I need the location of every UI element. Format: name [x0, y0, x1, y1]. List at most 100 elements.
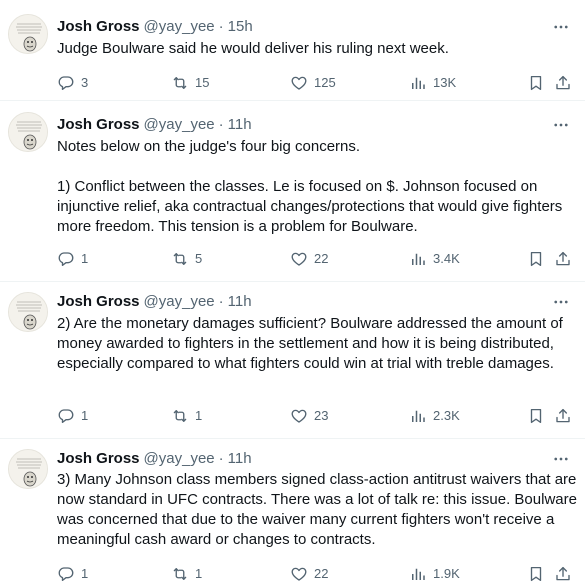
bookmark-button[interactable]	[527, 73, 545, 93]
tweet-header: Josh Gross @yay_yee · 15h	[57, 17, 253, 37]
reply-icon	[57, 407, 75, 425]
repost-count: 1	[195, 408, 203, 423]
tweet-divider	[0, 281, 585, 282]
repost-button[interactable]: 5	[171, 249, 202, 269]
repost-icon	[171, 407, 189, 425]
reply-count: 1	[81, 251, 89, 266]
views-count: 13K	[433, 75, 457, 90]
like-button[interactable]: 125	[290, 73, 336, 93]
share-button[interactable]	[554, 406, 572, 426]
share-button[interactable]	[554, 249, 572, 269]
more-icon[interactable]	[551, 17, 571, 37]
author-handle[interactable]: @yay_yee	[144, 18, 215, 35]
share-icon	[554, 407, 572, 425]
repost-count: 15	[195, 75, 210, 90]
reply-button[interactable]: 1	[57, 406, 88, 426]
views-count: 2.3K	[433, 408, 460, 423]
like-button[interactable]: 22	[290, 249, 328, 269]
share-button[interactable]	[554, 564, 572, 584]
author-name[interactable]: Josh Gross	[57, 116, 140, 133]
bookmark-icon	[527, 565, 545, 583]
views-button[interactable]: 2.3K	[409, 406, 460, 426]
separator-dot: ·	[218, 18, 224, 35]
author-name[interactable]: Josh Gross	[57, 293, 140, 310]
avatar-icon[interactable]	[8, 449, 48, 489]
timestamp[interactable]: 11h	[228, 116, 252, 133]
author-handle[interactable]: @yay_yee	[144, 293, 215, 310]
views-icon	[409, 250, 427, 268]
bookmark-icon	[527, 74, 545, 92]
tweet-text: Notes below on the judge's four big conc…	[57, 138, 563, 235]
tweet-header: Josh Gross @yay_yee · 11h	[57, 292, 252, 312]
views-button[interactable]: 13K	[409, 73, 456, 93]
timestamp[interactable]: 15h	[228, 18, 253, 35]
bookmark-button[interactable]	[527, 564, 545, 584]
views-icon	[409, 74, 427, 92]
separator-dot: ·	[218, 116, 224, 133]
tweet-divider	[0, 100, 585, 101]
avatar-icon[interactable]	[8, 14, 48, 54]
repost-button[interactable]: 1	[171, 564, 202, 584]
views-icon	[409, 407, 427, 425]
author-handle[interactable]: @yay_yee	[144, 450, 215, 467]
timestamp[interactable]: 11h	[228, 293, 252, 310]
more-icon[interactable]	[551, 292, 571, 312]
separator-dot: ·	[218, 450, 224, 467]
repost-button[interactable]: 15	[171, 73, 209, 93]
more-icon[interactable]	[551, 449, 571, 469]
more-icon[interactable]	[551, 115, 571, 135]
share-icon	[554, 565, 572, 583]
reply-count: 1	[81, 566, 89, 581]
reply-button[interactable]: 1	[57, 564, 88, 584]
author-name[interactable]: Josh Gross	[57, 450, 140, 467]
repost-button[interactable]: 1	[171, 406, 202, 426]
like-icon	[290, 74, 308, 92]
bookmark-button[interactable]	[527, 406, 545, 426]
reply-button[interactable]: 1	[57, 249, 88, 269]
bookmark-icon	[527, 250, 545, 268]
like-icon	[290, 565, 308, 583]
avatar-icon[interactable]	[8, 292, 48, 332]
tweet-actions: 1 5 22 3.4K	[57, 249, 577, 269]
share-button[interactable]	[554, 73, 572, 93]
author-name[interactable]: Josh Gross	[57, 18, 140, 35]
author-handle[interactable]: @yay_yee	[144, 116, 215, 133]
tweet-divider	[0, 438, 585, 439]
bookmark-icon	[527, 407, 545, 425]
reply-count: 3	[81, 75, 89, 90]
tweet-header: Josh Gross @yay_yee · 11h	[57, 115, 252, 135]
repost-icon	[171, 74, 189, 92]
like-count: 22	[314, 251, 329, 266]
reply-icon	[57, 250, 75, 268]
repost-count: 1	[195, 566, 203, 581]
like-button[interactable]: 22	[290, 564, 328, 584]
share-icon	[554, 250, 572, 268]
separator-dot: ·	[218, 293, 224, 310]
repost-icon	[171, 565, 189, 583]
views-button[interactable]: 3.4K	[409, 249, 460, 269]
views-icon	[409, 565, 427, 583]
like-button[interactable]: 23	[290, 406, 328, 426]
timestamp[interactable]: 11h	[228, 450, 252, 467]
tweet-actions: 3 15 125 13K	[57, 73, 577, 93]
reply-button[interactable]: 3	[57, 73, 88, 93]
avatar-icon[interactable]	[8, 112, 48, 152]
like-count: 23	[314, 408, 329, 423]
tweet-actions: 1 1 23 2.3K	[57, 406, 577, 426]
views-count: 3.4K	[433, 251, 460, 266]
share-icon	[554, 74, 572, 92]
tweet-text: Judge Boulware said he would deliver his…	[57, 40, 449, 57]
like-count: 125	[314, 75, 336, 90]
views-button[interactable]: 1.9K	[409, 564, 460, 584]
views-count: 1.9K	[433, 566, 460, 581]
tweet-text: 3) Many Johnson class members signed cla…	[57, 471, 582, 548]
tweet-text: 2) Are the monetary damages sufficient? …	[57, 315, 568, 372]
tweet-header: Josh Gross @yay_yee · 11h	[57, 449, 252, 469]
reply-icon	[57, 74, 75, 92]
bookmark-button[interactable]	[527, 249, 545, 269]
reply-icon	[57, 565, 75, 583]
reply-count: 1	[81, 408, 89, 423]
tweet-actions: 1 1 22 1.9K	[57, 564, 577, 584]
like-icon	[290, 250, 308, 268]
like-count: 22	[314, 566, 329, 581]
